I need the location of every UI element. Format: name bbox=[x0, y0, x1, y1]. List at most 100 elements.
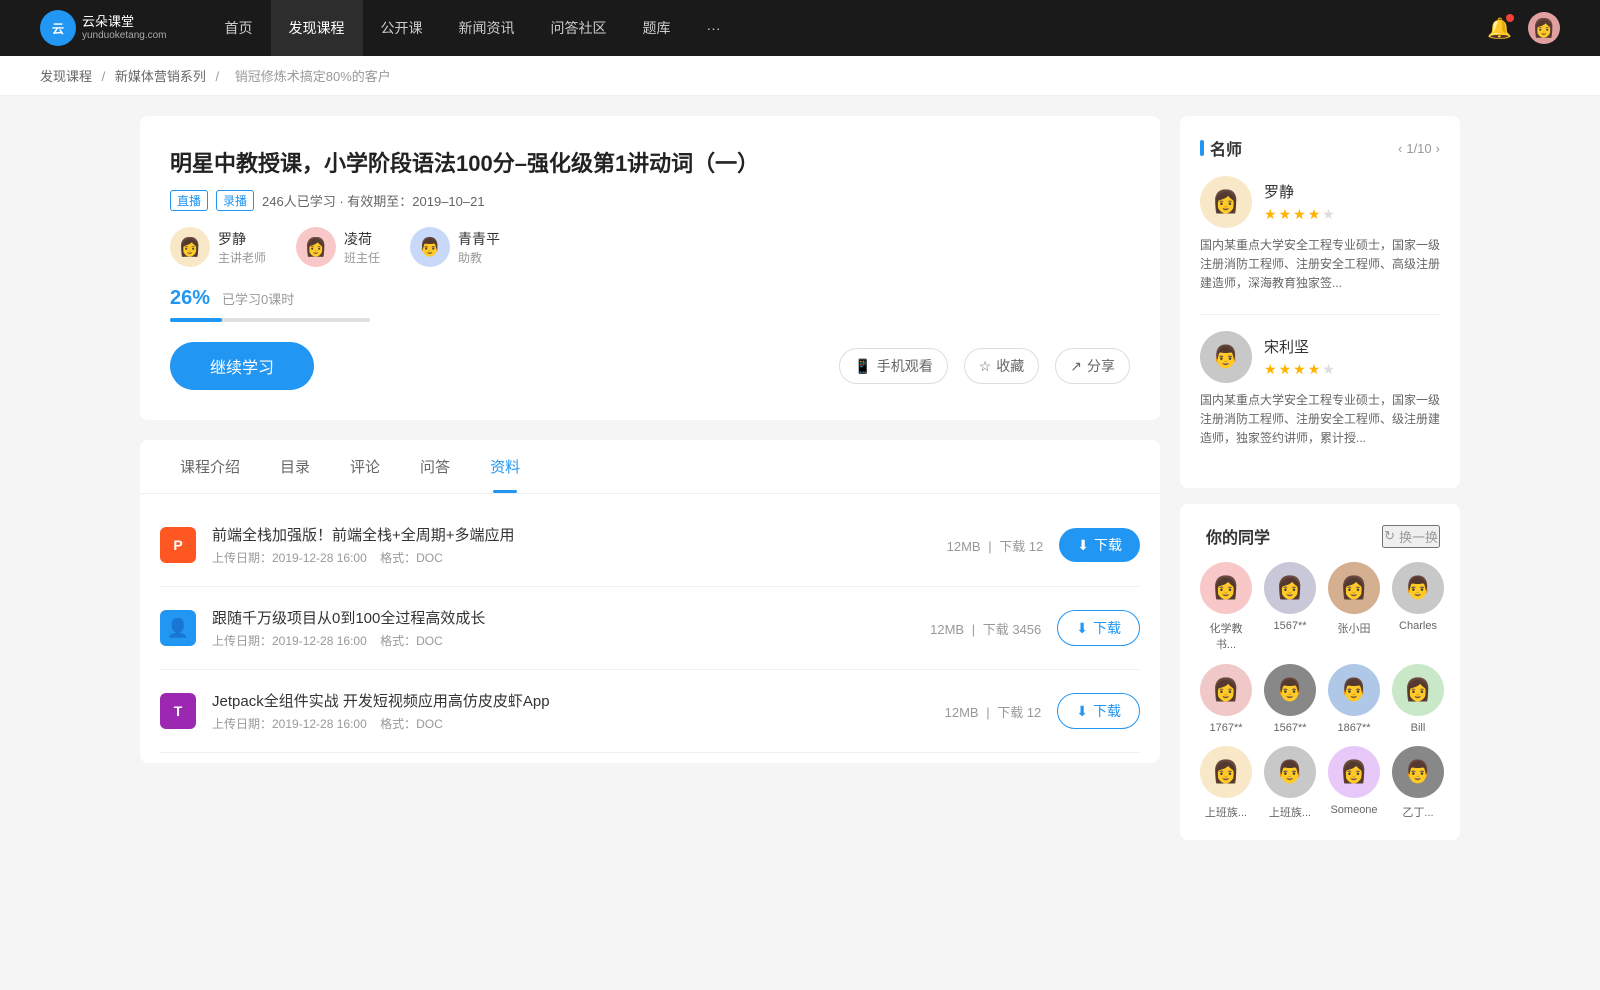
classmate-5-avatar: 👩 bbox=[1200, 664, 1252, 716]
logo-icon: 云 bbox=[40, 10, 76, 46]
nav-item-home[interactable]: 首页 bbox=[207, 0, 271, 56]
teacher-2: 👩 凌荷 班主任 bbox=[296, 227, 380, 267]
download-label: 下载 bbox=[1094, 535, 1122, 555]
breadcrumb-link-1[interactable]: 发现课程 bbox=[40, 69, 92, 84]
progress-bar-fill bbox=[170, 318, 222, 322]
classmate-4[interactable]: 👨 Charles bbox=[1392, 562, 1444, 652]
classmate-11-avatar: 👩 bbox=[1328, 746, 1380, 798]
nav-item-qa[interactable]: 问答社区 bbox=[533, 0, 625, 56]
teacher-2-name: 凌荷 bbox=[344, 229, 380, 249]
download-label: 下载 bbox=[1093, 701, 1121, 721]
sidebar-teacher-2-details: 宋利坚 ★ ★ ★ ★ ★ bbox=[1264, 336, 1335, 378]
tag-recorded: 录播 bbox=[216, 190, 254, 211]
resource-1-info: 前端全栈加强版！前端全栈+全周期+多端应用 上传日期：2019-12-28 16… bbox=[212, 524, 931, 566]
classmates-grid: 👩 化学教书... 👩 1567** 👩 张小田 👨 Charles 👩 bbox=[1200, 562, 1440, 820]
page-indicator: 1/10 bbox=[1406, 141, 1431, 156]
classmate-3[interactable]: 👩 张小田 bbox=[1328, 562, 1380, 652]
left-col: 明星中教授课，小学阶段语法100分–强化级第1讲动词（一） 直播 录播 246人… bbox=[140, 116, 1160, 856]
nav-item-open[interactable]: 公开课 bbox=[363, 0, 441, 56]
prev-page-icon[interactable]: ‹ bbox=[1398, 141, 1402, 156]
teacher-2-info: 凌荷 班主任 bbox=[344, 229, 380, 266]
classmate-5[interactable]: 👩 1767** bbox=[1200, 664, 1252, 734]
nav-item-more[interactable]: ··· bbox=[689, 0, 739, 56]
download-icon: ⬇ bbox=[1077, 537, 1089, 554]
refresh-icon: ↻ bbox=[1384, 528, 1395, 544]
classmate-8[interactable]: 👩 Bill bbox=[1392, 664, 1444, 734]
title-bar bbox=[1200, 140, 1204, 156]
progress-bar-bg bbox=[170, 318, 370, 322]
nav-item-news[interactable]: 新闻资讯 bbox=[441, 0, 533, 56]
user-avatar[interactable]: 👩 bbox=[1528, 12, 1560, 44]
navbar: 云 云朵课堂 yunduoketang.com 首页 发现课程 公开课 新闻资讯… bbox=[0, 0, 1600, 56]
resource-list: P 前端全栈加强版！前端全栈+全周期+多端应用 上传日期：2019-12-28 … bbox=[140, 494, 1160, 763]
progress-desc: 已学习0课时 bbox=[222, 289, 294, 308]
teacher-3-role: 助教 bbox=[458, 249, 500, 266]
classmate-1[interactable]: 👩 化学教书... bbox=[1200, 562, 1252, 652]
tab-resources[interactable]: 资料 bbox=[470, 440, 540, 493]
resource-3-download-button[interactable]: ⬇ 下载 bbox=[1057, 693, 1140, 729]
classmate-12[interactable]: 👨 乙丁... bbox=[1392, 746, 1444, 820]
nav-item-quiz[interactable]: 题库 bbox=[625, 0, 689, 56]
share-button[interactable]: ↗ 分享 bbox=[1055, 348, 1130, 384]
classmate-12-name: 乙丁... bbox=[1402, 804, 1433, 820]
classmate-9[interactable]: 👩 上班族... bbox=[1200, 746, 1252, 820]
classmate-9-name: 上班族... bbox=[1205, 804, 1247, 820]
teacher-2-avatar: 👩 bbox=[296, 227, 336, 267]
nav-item-courses[interactable]: 发现课程 bbox=[271, 0, 363, 56]
teachers-row: 👩 罗静 主讲老师 👩 凌荷 班主任 👨 青青平 bbox=[170, 227, 1130, 267]
progress-label: 26% 已学习0课时 bbox=[170, 287, 1130, 310]
breadcrumb-link-2[interactable]: 新媒体营销系列 bbox=[115, 69, 206, 84]
classmate-7[interactable]: 👨 1867** bbox=[1328, 664, 1380, 734]
refresh-classmates-button[interactable]: ↻ 换一换 bbox=[1382, 525, 1440, 548]
sidebar-teacher-2-name: 宋利坚 bbox=[1264, 336, 1335, 357]
resource-2-download-button[interactable]: ⬇ 下载 bbox=[1057, 610, 1140, 646]
favorite-label: 收藏 bbox=[996, 356, 1024, 376]
mobile-label: 手机观看 bbox=[877, 356, 933, 376]
classmate-6[interactable]: 👨 1567** bbox=[1264, 664, 1316, 734]
sidebar-teacher-2-stars: ★ ★ ★ ★ ★ bbox=[1264, 361, 1335, 378]
classmates-title-text: 你的同学 bbox=[1206, 524, 1270, 548]
teachers-card: 名师 ‹ 1/10 › 👩 罗静 ★ ★ ★ bbox=[1180, 116, 1460, 488]
bell-button[interactable]: 🔔 bbox=[1487, 16, 1512, 41]
classmate-11[interactable]: 👩 Someone bbox=[1328, 746, 1380, 820]
resource-2-stat: 12MB | 下载 3456 bbox=[930, 619, 1041, 638]
tab-catalog[interactable]: 目录 bbox=[260, 440, 330, 493]
star-icon: ☆ bbox=[979, 358, 992, 375]
resource-2-info: 跟随千万级项目从0到100全过程高效成长 上传日期：2019-12-28 16:… bbox=[212, 607, 914, 649]
continue-button[interactable]: 继续学习 bbox=[170, 342, 314, 390]
teacher-2-role: 班主任 bbox=[344, 249, 380, 266]
next-page-icon[interactable]: › bbox=[1436, 141, 1440, 156]
classmate-2[interactable]: 👩 1567** bbox=[1264, 562, 1316, 652]
sidebar-teacher-2-desc: 国内某重点大学安全工程专业硕士，国家一级注册消防工程师、注册安全工程师、级注册建… bbox=[1200, 391, 1440, 449]
download-icon: ⬇ bbox=[1076, 703, 1088, 720]
download-icon: ⬇ bbox=[1076, 620, 1088, 637]
classmate-10-avatar: 👨 bbox=[1264, 746, 1316, 798]
favorite-button[interactable]: ☆ 收藏 bbox=[964, 348, 1040, 384]
tab-reviews[interactable]: 评论 bbox=[330, 440, 400, 493]
progress-percent: 26% bbox=[170, 287, 210, 310]
tab-qa[interactable]: 问答 bbox=[400, 440, 470, 493]
classmate-1-name: 化学教书... bbox=[1200, 620, 1252, 652]
tab-intro[interactable]: 课程介绍 bbox=[160, 440, 260, 493]
logo[interactable]: 云 云朵课堂 yunduoketang.com bbox=[40, 10, 167, 46]
tag-live: 直播 bbox=[170, 190, 208, 211]
breadcrumb-current: 销冠修炼术搞定80%的客户 bbox=[235, 69, 391, 84]
sidebar-teacher-2-header: 👨 宋利坚 ★ ★ ★ ★ ★ bbox=[1200, 331, 1440, 383]
sidebar-teacher-1-header: 👩 罗静 ★ ★ ★ ★ ★ bbox=[1200, 176, 1440, 228]
classmates-title: 你的同学 bbox=[1200, 524, 1270, 548]
resource-1-download-button[interactable]: ⬇ 下载 bbox=[1059, 528, 1140, 562]
share-icon: ↗ bbox=[1070, 358, 1082, 375]
mobile-watch-button[interactable]: 📱 手机观看 bbox=[839, 348, 947, 384]
mobile-icon: 📱 bbox=[854, 358, 871, 375]
classmate-10[interactable]: 👨 上班族... bbox=[1264, 746, 1316, 820]
classmate-4-avatar: 👨 bbox=[1392, 562, 1444, 614]
resource-item: 👤 跟随千万级项目从0到100全过程高效成长 上传日期：2019-12-28 1… bbox=[160, 587, 1140, 670]
classmates-header: 你的同学 ↻ 换一换 bbox=[1200, 524, 1440, 548]
resource-3-icon: T bbox=[160, 693, 196, 729]
classmate-10-name: 上班族... bbox=[1269, 804, 1311, 820]
classmate-2-name: 1567** bbox=[1273, 620, 1306, 632]
resource-item: T Jetpack全组件实战 开发短视频应用高仿皮皮虾App 上传日期：2019… bbox=[160, 670, 1140, 753]
resource-3-stat: 12MB | 下载 12 bbox=[945, 702, 1042, 721]
teacher-3-avatar: 👨 bbox=[410, 227, 450, 267]
download-label: 下载 bbox=[1093, 618, 1121, 638]
